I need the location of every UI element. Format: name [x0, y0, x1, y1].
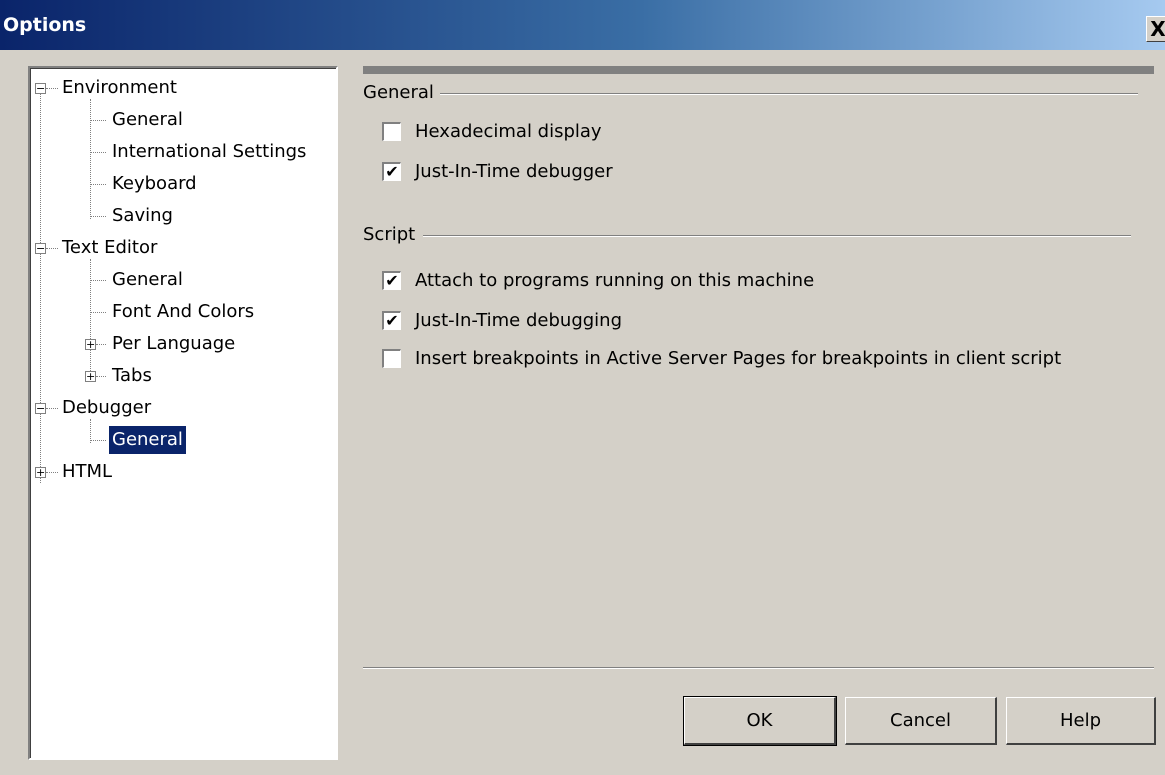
tree-item-label: Per Language — [112, 333, 236, 354]
checkbox-box[interactable] — [382, 349, 401, 368]
options-tree[interactable]: − Environment General International Sett… — [28, 66, 338, 760]
tree-connector — [96, 344, 106, 345]
options-page-header-bar — [363, 66, 1154, 74]
tree-item-label: Text Editor — [62, 237, 158, 258]
tree-item-label-selected: General — [109, 426, 186, 454]
checkbox-label: Just-In-Time debugging — [415, 310, 622, 331]
checkbox-box[interactable]: ✔ — [382, 311, 401, 330]
collapse-icon[interactable]: − — [35, 83, 46, 94]
checkbox-box[interactable]: ✔ — [382, 162, 401, 181]
checkbox-box[interactable] — [382, 122, 401, 141]
tree-item-label: Keyboard — [112, 173, 197, 194]
tree-connector — [90, 216, 106, 217]
collapse-icon[interactable]: − — [35, 243, 46, 254]
checkbox-box[interactable]: ✔ — [382, 271, 401, 290]
tree-item-label: HTML — [62, 461, 113, 482]
tree-item-label: Saving — [112, 205, 173, 226]
script-group-title: Script — [363, 224, 420, 245]
tree-connector — [90, 280, 106, 281]
tree-item-label: Environment — [62, 77, 177, 98]
button-separator — [363, 667, 1154, 669]
expand-icon[interactable]: + — [85, 339, 96, 350]
tree-branch-line-text-editor — [90, 259, 91, 379]
tree-connector — [90, 440, 106, 441]
general-group-title: General — [363, 82, 438, 103]
tree-connector — [90, 312, 106, 313]
close-button[interactable]: X — [1146, 16, 1165, 42]
expand-icon[interactable]: + — [35, 467, 46, 478]
collapse-icon[interactable]: − — [35, 403, 46, 414]
tree-connector — [96, 376, 106, 377]
tree-connector — [46, 408, 58, 409]
tree-connector — [90, 152, 106, 153]
checkbox-label: Attach to programs running on this machi… — [415, 270, 815, 291]
tree-connector — [90, 184, 106, 185]
cancel-button[interactable]: Cancel — [845, 697, 997, 745]
tree-item-label: Font And Colors — [112, 301, 255, 322]
tree-item-label: Debugger — [62, 397, 152, 418]
tree-connector — [90, 120, 106, 121]
tree-connector — [46, 248, 58, 249]
window-title: Options — [3, 14, 87, 36]
tree-root-line — [40, 88, 41, 483]
checkbox-label: Hexadecimal display — [415, 121, 602, 142]
tree-item-label: General — [112, 269, 183, 290]
tree-item-label: General — [112, 109, 183, 130]
general-group-line — [440, 93, 1138, 95]
tree-branch-line-environment — [90, 99, 91, 219]
title-bar: Options — [0, 0, 1165, 50]
tree-item-label: International Settings — [112, 141, 307, 162]
tree-item-label: Tabs — [112, 365, 152, 386]
tree-connector — [46, 472, 58, 473]
tree-connector — [46, 88, 58, 89]
script-group-line — [423, 235, 1131, 237]
expand-icon[interactable]: + — [85, 371, 96, 382]
help-button[interactable]: Help — [1006, 697, 1156, 745]
ok-button[interactable]: OK — [683, 696, 837, 746]
checkbox-label: Just-In-Time debugger — [415, 161, 613, 182]
checkbox-label: Insert breakpoints in Active Server Page… — [415, 348, 1062, 369]
